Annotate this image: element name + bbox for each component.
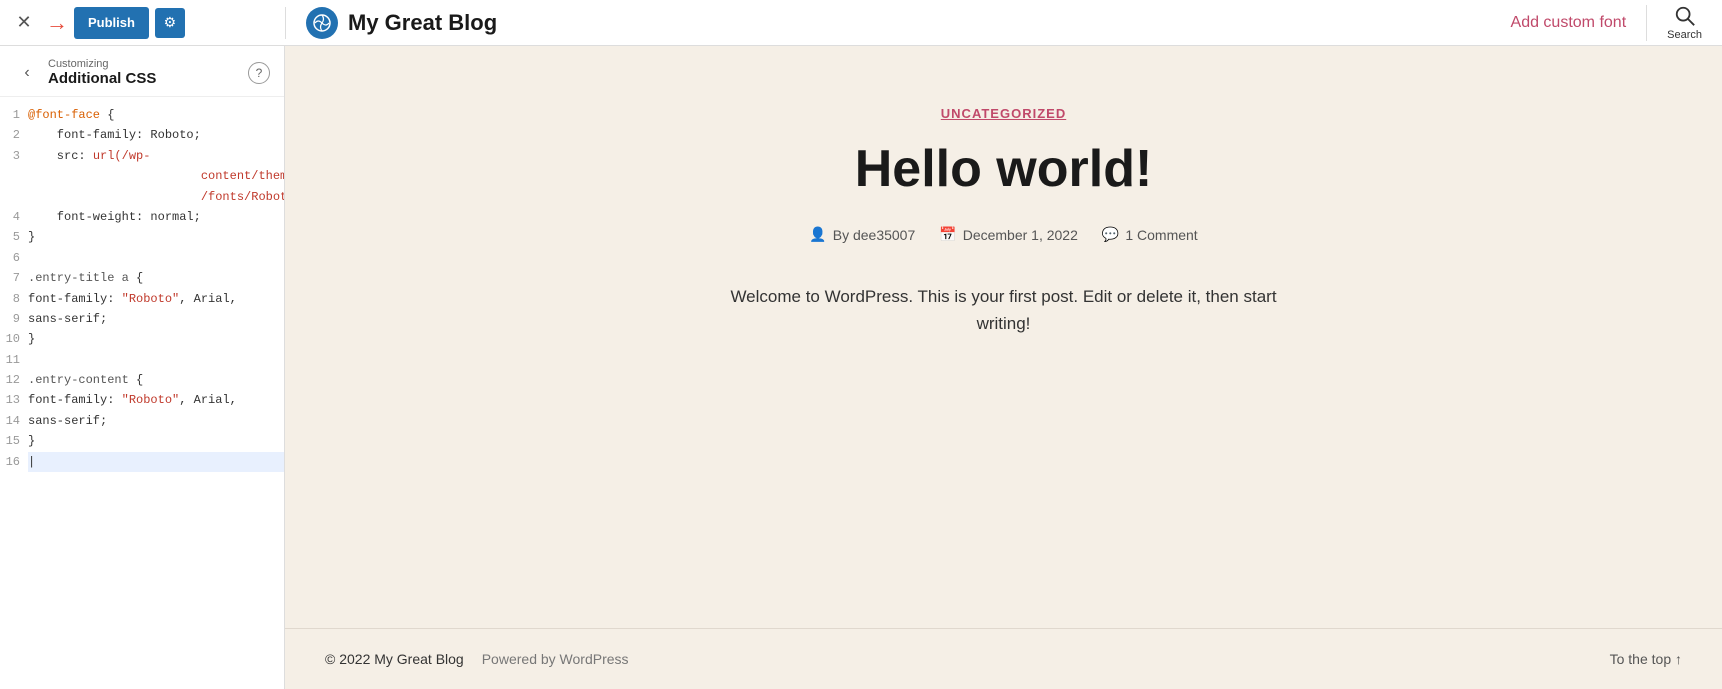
preview-footer: © 2022 My Great Blog Powered by WordPres…	[285, 628, 1722, 689]
search-icon	[1674, 5, 1696, 27]
date-text: December 1, 2022	[963, 227, 1078, 243]
code-line: 1 @font-face {	[0, 105, 284, 125]
top-bar-center: My Great Blog Add custom font	[285, 7, 1646, 39]
preview-content: UNCATEGORIZED Hello world! 👤 By dee35007…	[285, 46, 1722, 628]
code-line: 13 font-family: "Roboto", Arial,	[0, 390, 284, 410]
site-title: My Great Blog	[348, 10, 497, 36]
search-icon-wrap: Search	[1667, 5, 1702, 41]
publish-button[interactable]: Publish	[74, 7, 149, 39]
top-bar: ✕ → Publish ⚙ My Great Blog Add custom f…	[0, 0, 1722, 46]
comments-text: 1 Comment	[1125, 227, 1197, 243]
arrow-indicator: →	[46, 10, 68, 36]
code-line: 5 }	[0, 227, 284, 247]
code-line: 14 sans-serif;	[0, 411, 284, 431]
post-title: Hello world!	[855, 141, 1153, 198]
post-meta: 👤 By dee35007 📅 December 1, 2022 💬 1 Com…	[809, 226, 1197, 243]
additional-css-label: Additional CSS	[48, 70, 156, 87]
code-line-cursor: 16 |	[0, 452, 284, 472]
code-editor[interactable]: 1 @font-face { 2 font-family: Roboto; 3 …	[0, 97, 284, 689]
gear-button[interactable]: ⚙	[155, 8, 185, 38]
code-line: 3 src: url(/wp- content/themes/twentytwe…	[0, 146, 284, 207]
add-custom-font-link[interactable]: Add custom font	[1511, 14, 1627, 32]
main-area: ‹ Customizing Additional CSS ? 1 @font-f…	[0, 46, 1722, 689]
post-category: UNCATEGORIZED	[941, 106, 1066, 121]
comment-icon: 💬	[1102, 226, 1119, 243]
sidebar-header: ‹ Customizing Additional CSS ?	[0, 46, 284, 97]
footer-to-top[interactable]: To the top ↑	[1610, 651, 1682, 667]
search-label: Search	[1667, 29, 1702, 41]
sidebar-title-area: Customizing Additional CSS	[48, 58, 240, 88]
code-line: 4 font-weight: normal;	[0, 207, 284, 227]
close-button[interactable]: ✕	[10, 9, 38, 37]
preview-pane: UNCATEGORIZED Hello world! 👤 By dee35007…	[285, 46, 1722, 689]
customizing-label: Customizing	[48, 58, 240, 70]
back-button[interactable]: ‹	[14, 60, 40, 86]
author-text: By dee35007	[833, 227, 916, 243]
sidebar: ‹ Customizing Additional CSS ? 1 @font-f…	[0, 46, 285, 689]
post-content: Welcome to WordPress. This is your first…	[704, 283, 1304, 337]
site-icon	[306, 7, 338, 39]
footer-copyright: © 2022 My Great Blog	[325, 651, 464, 667]
footer-powered: Powered by WordPress	[482, 651, 629, 667]
author-icon: 👤	[809, 226, 826, 243]
search-area[interactable]: Search	[1646, 5, 1722, 41]
calendar-icon: 📅	[939, 226, 956, 243]
code-line: 11	[0, 350, 284, 370]
code-line: 15 }	[0, 431, 284, 451]
footer-left: © 2022 My Great Blog Powered by WordPres…	[325, 651, 629, 667]
wordpress-icon	[313, 14, 331, 32]
top-bar-left: ✕ → Publish ⚙	[0, 7, 285, 39]
meta-author: 👤 By dee35007	[809, 226, 915, 243]
help-button[interactable]: ?	[248, 62, 270, 84]
site-logo-area: My Great Blog	[306, 7, 497, 39]
code-line: 6	[0, 248, 284, 268]
code-line: 7 .entry-title a {	[0, 268, 284, 288]
meta-date: 📅 December 1, 2022	[939, 226, 1078, 243]
code-line: 8 font-family: "Roboto", Arial,	[0, 289, 284, 309]
code-line: 9 sans-serif;	[0, 309, 284, 329]
meta-comments: 💬 1 Comment	[1102, 226, 1198, 243]
publish-area: → Publish ⚙	[46, 7, 275, 39]
code-line: 2 font-family: Roboto;	[0, 125, 284, 145]
code-line: 10 }	[0, 329, 284, 349]
code-line: 12 .entry-content {	[0, 370, 284, 390]
